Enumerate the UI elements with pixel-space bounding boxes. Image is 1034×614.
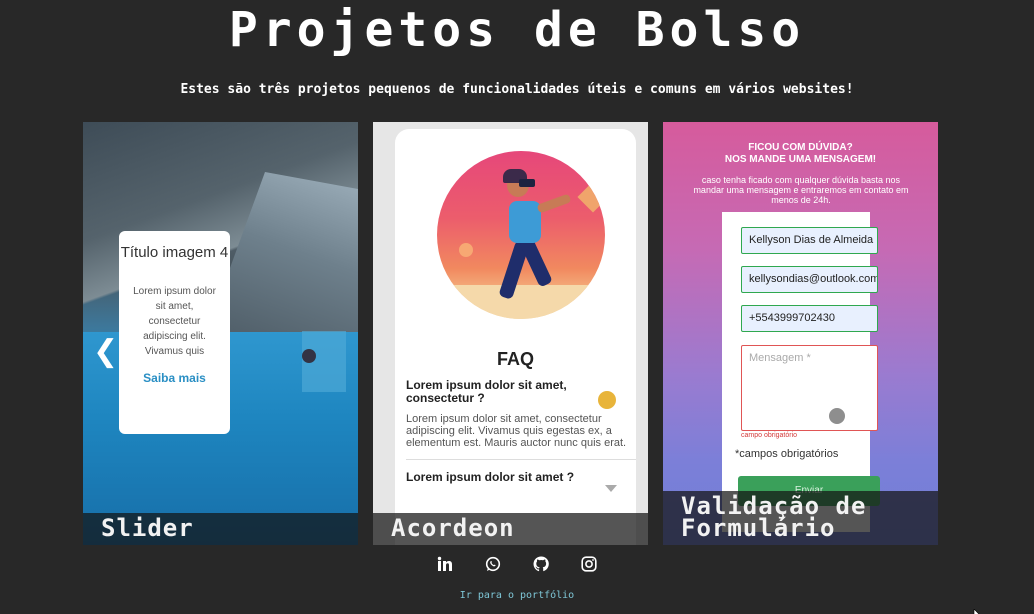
linkedin-icon[interactable] xyxy=(437,556,453,572)
form-heading: FICOU COM DÚVIDA? NOS MANDE UMA MENSAGEM… xyxy=(663,142,938,166)
card-caption: Acordeon xyxy=(373,513,648,545)
slide-text: Lorem ipsum dolor sit amet, consectetur … xyxy=(133,286,216,357)
error-message: campo obrigatório xyxy=(741,432,798,439)
faq-question-2[interactable]: Lorem ipsum dolor sit amet ? xyxy=(406,471,586,484)
github-icon[interactable] xyxy=(533,556,549,572)
whatsapp-icon[interactable] xyxy=(485,556,501,572)
card-caption: Slider xyxy=(83,513,358,545)
email-field[interactable]: kellysondias@outlook.com xyxy=(741,266,878,293)
form-description: caso tenha ficado com qualquer dúvida ba… xyxy=(693,175,909,205)
project-card-slider[interactable]: Título imagem 4 Lorem ipsum dolor sit am… xyxy=(83,122,358,545)
portfolio-link[interactable]: Ir para o portfólio xyxy=(0,590,1034,601)
project-card-form[interactable]: FICOU COM DÚVIDA? NOS MANDE UMA MENSAGEM… xyxy=(663,122,938,545)
page-subtitle: Estes são três projetos pequenos de func… xyxy=(180,82,854,97)
form-heading-line2: NOS MANDE UMA MENSAGEM! xyxy=(724,154,877,165)
chevron-down-icon[interactable] xyxy=(605,485,617,492)
name-field[interactable]: Kellyson Dias de Almeida xyxy=(741,227,878,254)
chevron-up-icon[interactable] xyxy=(598,391,616,409)
slide-title: Título imagem 4 xyxy=(120,244,229,261)
form-heading-line1: FICOU COM DÚVIDA? xyxy=(748,142,853,153)
required-note: *campos obrigatórios xyxy=(735,448,839,460)
chevron-left-icon[interactable]: ❮ xyxy=(93,334,118,369)
slide-info-box: Título imagem 4 Lorem ipsum dolor sit am… xyxy=(119,231,230,434)
social-links xyxy=(0,556,1034,572)
page-title: Projetos de Bolso xyxy=(228,2,806,58)
divider xyxy=(406,459,636,460)
project-card-accordion[interactable]: FAQ Lorem ipsum dolor sit amet, consecte… xyxy=(373,122,648,545)
faq-title: FAQ xyxy=(496,349,534,369)
card-caption: Validação de Formulário xyxy=(663,491,938,545)
message-field[interactable]: Mensagem * xyxy=(741,345,878,431)
mouse-cursor-icon xyxy=(973,604,983,614)
phone-field[interactable]: +5543999702430 xyxy=(741,305,878,332)
chevron-right-icon xyxy=(302,349,316,363)
slide-more-link[interactable]: Saiba mais xyxy=(119,371,230,385)
faq-question-1[interactable]: Lorem ipsum dolor sit amet, consectetur … xyxy=(406,379,586,405)
slider-next-button[interactable] xyxy=(302,331,346,392)
faq-answer-1: Lorem ipsum dolor sit amet, consectetur … xyxy=(406,413,627,449)
phone-frame: FAQ Lorem ipsum dolor sit amet, consecte… xyxy=(395,129,636,545)
cursor-indicator xyxy=(829,408,845,424)
vr-illustration xyxy=(437,151,605,319)
instagram-icon[interactable] xyxy=(581,556,597,572)
contact-form: Kellyson Dias de Almeida kellysondias@ou… xyxy=(722,212,880,532)
